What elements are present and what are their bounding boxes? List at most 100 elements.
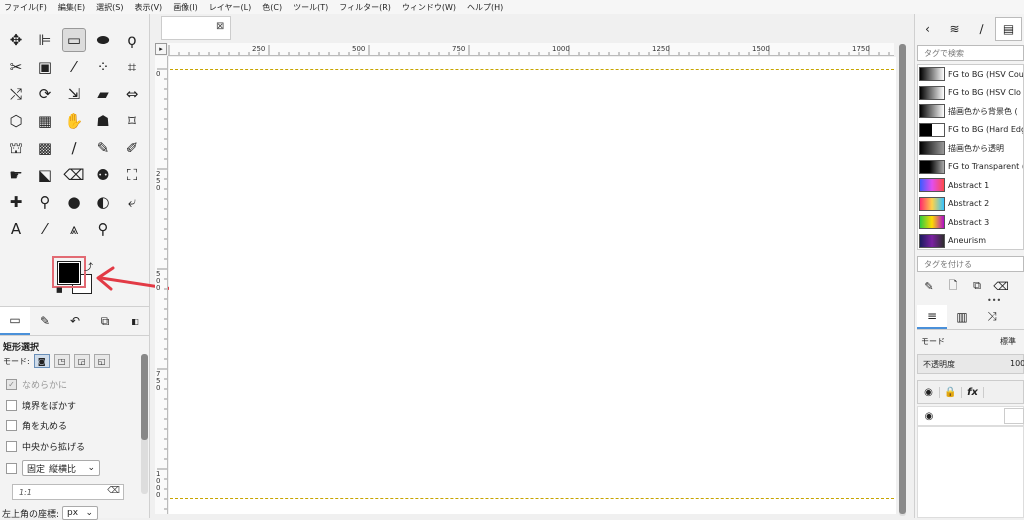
ratio-input[interactable]: 1:1 ⌫ (12, 484, 124, 500)
rounded-corners-checkbox[interactable] (6, 420, 17, 431)
expand-from-center-checkbox[interactable] (6, 441, 17, 452)
menu-item[interactable]: 表示(V) (134, 2, 162, 13)
fuzzy-select-tool-icon[interactable]: ⁄ (62, 55, 86, 79)
gradients-tab[interactable]: ▤ (995, 17, 1022, 41)
tool-options-scrollbar-thumb[interactable] (141, 354, 148, 440)
fx-icon[interactable]: fx (962, 386, 984, 398)
gradient-item[interactable]: Abstract 3 (918, 213, 1023, 232)
flip-tool-icon[interactable]: ⇔ (120, 82, 144, 106)
edit-gradient-icon[interactable]: ✎ (917, 280, 941, 293)
gradient-item[interactable]: FG to BG (HSV Cou (918, 65, 1023, 84)
channels-tab[interactable]: ▥ (947, 305, 977, 329)
warp-tool-icon[interactable]: ✋ (62, 109, 86, 133)
gradient-item[interactable]: Abstract 1 (918, 176, 1023, 195)
duplicate-gradient-icon[interactable]: ⧉ (965, 279, 989, 293)
rect-select-tool-icon[interactable]: ▭ (62, 28, 86, 52)
perspective-tool-icon[interactable]: ⬡ (4, 109, 28, 133)
rotate-tool-icon[interactable]: ⟳ (33, 82, 57, 106)
tag-search-input[interactable]: タグで検索 (917, 45, 1024, 61)
mode-replace-button[interactable]: ◙ (33, 354, 50, 368)
gradient-item[interactable]: FG to BG (Hard Edg (918, 121, 1023, 140)
menu-item[interactable]: 画像(I) (173, 2, 198, 13)
gradient-item[interactable]: FG to Transparent ( (918, 158, 1023, 177)
eye-icon[interactable]: ◉ (918, 386, 940, 398)
paint-dynamics-tab[interactable]: ∕ (968, 17, 995, 41)
dodge-tool-icon[interactable]: ◐ (91, 190, 115, 214)
select-by-color-tool-icon[interactable]: ⁘ (91, 55, 115, 79)
menu-item[interactable]: ヘルプ(H) (467, 2, 503, 13)
menu-item[interactable]: 色(C) (262, 2, 282, 13)
mypaint-brush-tool-icon[interactable]: ✐ (120, 136, 144, 160)
menu-item[interactable]: ウィンドウ(W) (402, 2, 456, 13)
clone-tool-icon[interactable]: ⚉ (91, 163, 115, 187)
mode-subtract-button[interactable]: ◲ (73, 354, 90, 368)
ellipse-select-tool-icon[interactable]: ⬬ (91, 28, 115, 52)
paths-tool-icon[interactable]: ⤶ (120, 190, 144, 214)
bucket-fill-tool-icon[interactable]: ⛫ (4, 136, 28, 160)
smudge-tool-icon[interactable]: ✚ (4, 190, 28, 214)
eraser-tool-icon[interactable]: ⌫ (62, 163, 86, 187)
canvas-vertical-scrollbar-thumb[interactable] (899, 44, 906, 514)
fixed-checkbox[interactable] (6, 462, 17, 474)
images-tab[interactable]: ⧉ (90, 307, 120, 335)
vertical-ruler[interactable]: 0 250 500 750 1000 (155, 56, 168, 514)
menu-item[interactable]: レイヤー(L) (209, 2, 251, 13)
menu-item[interactable]: ファイル(F) (4, 2, 47, 13)
gradient-item[interactable]: Abstract 2 (918, 195, 1023, 214)
zoom-tool-icon[interactable]: ⚲ (91, 217, 115, 241)
new-gradient-icon[interactable]: 🗋 (941, 277, 965, 296)
scissors-select-tool-icon[interactable]: ✂ (4, 55, 28, 79)
opacity-slider[interactable]: 不透明度 (917, 354, 1024, 374)
menu-item[interactable]: ツール(T) (293, 2, 328, 13)
shear-tool-icon[interactable]: ▰ (91, 82, 115, 106)
paths-tab[interactable]: ⤨ (977, 305, 1007, 329)
3d-transform-tool-icon[interactable]: ⌑ (120, 109, 144, 133)
mode-intersect-button[interactable]: ◱ (93, 354, 110, 368)
dodge-burn-tool-icon[interactable]: ● (62, 190, 86, 214)
align-tool-icon[interactable]: ⊫ (33, 28, 57, 52)
fixed-select[interactable]: 固定 縦横比 ⌄ (22, 460, 100, 476)
clear-field-icon[interactable]: ⌫ (107, 486, 120, 496)
move-tool-icon[interactable]: ✥ (4, 28, 28, 52)
undo-history-tab[interactable]: ↶ (60, 307, 90, 335)
heal-tool-icon[interactable]: ⛶ (120, 163, 144, 187)
paintbrush-tool-icon[interactable]: ∕ (62, 136, 86, 160)
gradient-tool-icon[interactable]: ▩ (33, 136, 57, 160)
foreground-select-tool-icon[interactable]: ▣ (33, 55, 57, 79)
image-tab[interactable]: ⊠ (161, 16, 231, 40)
tag-assign-input[interactable]: タグを付ける (917, 256, 1024, 272)
device-status-tab[interactable]: ✎ (30, 307, 60, 335)
handle-transform-tool-icon[interactable]: ☗ (91, 109, 115, 133)
cage-tool-icon[interactable]: ▦ (33, 109, 57, 133)
lock-icon[interactable]: 🔒 (940, 386, 962, 398)
pencil-tool-icon[interactable]: ✎ (91, 136, 115, 160)
layers-tab[interactable]: ≡ (917, 304, 947, 329)
gradient-item[interactable]: FG to BG (HSV Clo (918, 84, 1023, 103)
brushes-tab[interactable]: ≋ (941, 17, 968, 41)
feather-checkbox[interactable] (6, 400, 17, 411)
image-canvas[interactable] (169, 57, 896, 514)
layer-visibility-icon[interactable]: ◉ (918, 411, 940, 422)
reset-colors-icon[interactable]: ■ (56, 286, 63, 294)
antialias-checkbox[interactable]: ✓ (6, 379, 17, 390)
gradient-item[interactable]: Aneurism (918, 232, 1023, 250)
text-tool-icon[interactable]: A (4, 217, 28, 241)
layer-mode-value[interactable]: 標準 (1000, 336, 1016, 347)
measure-tool-icon[interactable]: ⩓ (62, 217, 86, 241)
menu-item[interactable]: フィルター(R) (339, 2, 391, 13)
tool-options-tab[interactable]: ▭ (0, 307, 30, 335)
crop-tool-icon[interactable]: ⌗ (120, 55, 144, 79)
airbrush-tool-icon[interactable]: ☛ (4, 163, 28, 187)
delete-gradient-icon[interactable]: ⌫ (989, 280, 1013, 293)
unified-transform-tool-icon[interactable]: ⤭ (4, 82, 28, 106)
tab-menu-tab[interactable]: ◧ (120, 307, 150, 335)
dock-scroll-left-button[interactable]: ‹ (914, 17, 941, 41)
gradient-item[interactable]: 描画色から背景色 ( (918, 102, 1023, 121)
menu-item[interactable]: 選択(S) (96, 2, 123, 13)
menu-item[interactable]: 編集(E) (58, 2, 85, 13)
ink-tool-icon[interactable]: ⬕ (33, 163, 57, 187)
free-select-tool-icon[interactable]: ϙ (120, 28, 144, 52)
scale-tool-icon[interactable]: ⇲ (62, 82, 86, 106)
close-icon[interactable]: ⊠ (216, 21, 224, 32)
quick-mask-toggle[interactable]: ▸ (155, 43, 167, 55)
